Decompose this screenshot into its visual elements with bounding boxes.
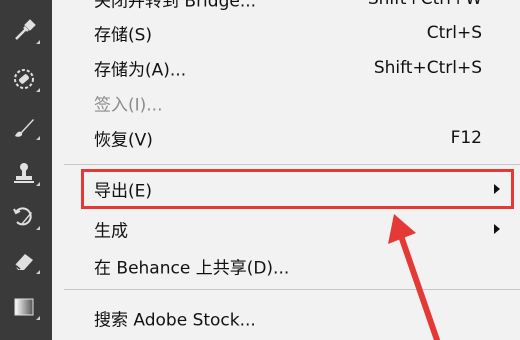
pointer-arrow-annotation — [388, 214, 440, 340]
